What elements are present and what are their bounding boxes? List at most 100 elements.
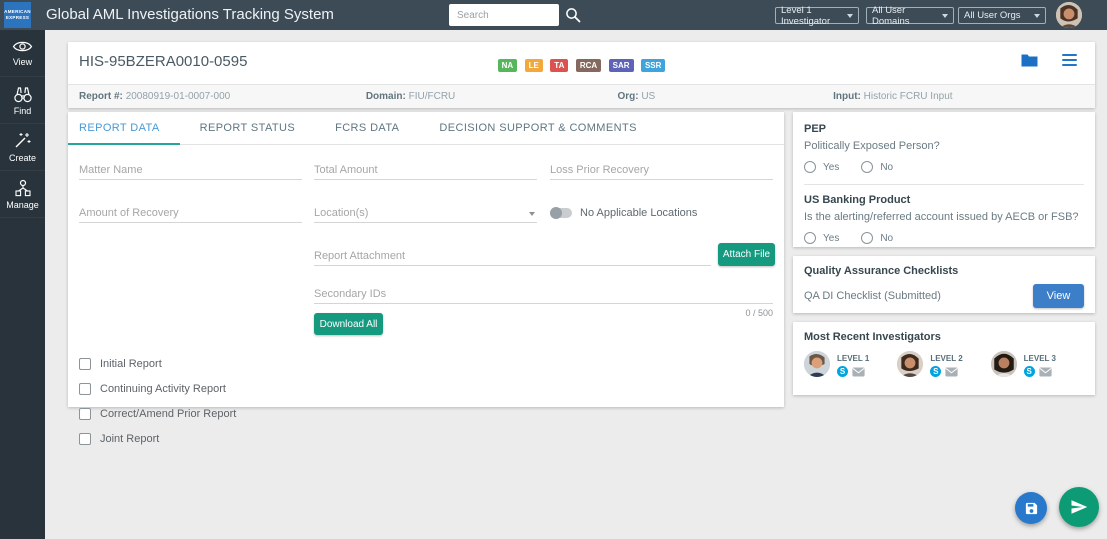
pep-radio-no[interactable]: No <box>861 161 893 173</box>
no-applicable-locations-toggle-group: No Applicable Locations <box>550 207 697 219</box>
amount-of-recovery-field[interactable] <box>79 204 302 223</box>
divider <box>804 184 1084 185</box>
avatar[interactable] <box>991 351 1017 377</box>
email-icon[interactable] <box>852 367 865 377</box>
no-applicable-locations-toggle[interactable] <box>550 208 572 218</box>
report-attachment-field[interactable] <box>314 247 711 266</box>
radio-icon <box>861 232 873 244</box>
user-domains-dropdown[interactable]: All User Domains <box>866 7 954 24</box>
search-input[interactable] <box>449 4 559 26</box>
radio-icon <box>804 161 816 173</box>
sidebar-item-create[interactable]: Create <box>0 124 45 171</box>
role-dropdown[interactable]: Level 1 Investigator <box>775 7 859 24</box>
us-banking-radio-no[interactable]: No <box>861 232 893 244</box>
email-icon[interactable] <box>1039 367 1052 377</box>
checkbox-icon <box>79 433 91 445</box>
status-badge: LE <box>525 59 543 72</box>
avatar[interactable] <box>804 351 830 377</box>
investigator-level-label: LEVEL 2 <box>930 354 962 363</box>
sidebar-item-manage[interactable]: Manage <box>0 171 45 218</box>
total-amount-field[interactable] <box>314 161 537 180</box>
user-avatar[interactable] <box>1056 2 1082 28</box>
status-badge: SSR <box>641 59 665 72</box>
us-banking-title: US Banking Product <box>804 194 1084 206</box>
user-domains-value: All User Domains <box>872 5 938 27</box>
sidebar-item-label: Create <box>9 153 36 163</box>
pep-radio-yes[interactable]: Yes <box>804 161 839 173</box>
search-icon[interactable] <box>565 7 581 23</box>
app-title: Global AML Investigations Tracking Syste… <box>46 6 334 23</box>
org-chart-icon <box>13 179 33 197</box>
attach-file-button[interactable]: Attach File <box>718 243 775 266</box>
skype-icon[interactable]: S <box>837 366 848 377</box>
top-bar: AMERICAN EXPRESS Global AML Investigatio… <box>0 0 1107 30</box>
radio-icon <box>804 232 816 244</box>
case-header-card: HIS-95BZERA0010-0595 NA LE TA RCA SAR SS… <box>68 42 1095 108</box>
matter-name-field[interactable] <box>79 161 302 180</box>
tab-report-status[interactable]: REPORT STATUS <box>180 112 315 144</box>
tab-fcrs-data[interactable]: FCRS DATA <box>315 112 419 144</box>
qa-title: Quality Assurance Checklists <box>804 265 1084 277</box>
locations-select[interactable] <box>314 204 537 223</box>
avatar[interactable] <box>897 351 923 377</box>
investigator-level-label: LEVEL 3 <box>1024 354 1056 363</box>
checkbox-icon <box>79 408 91 420</box>
sidebar-item-find[interactable]: Find <box>0 77 45 124</box>
meta-domain: Domain: FIU/FCRU <box>366 91 618 102</box>
sidebar-item-label: View <box>13 57 32 67</box>
chevron-down-icon <box>847 14 853 18</box>
checkbox-correct-amend-prior-report[interactable]: Correct/Amend Prior Report <box>79 408 236 420</box>
secondary-ids-field[interactable] <box>314 285 773 304</box>
us-banking-radio-yes[interactable]: Yes <box>804 232 839 244</box>
investigators-card: Most Recent Investigators LEVEL 1 S <box>793 322 1095 395</box>
tab-report-data[interactable]: REPORT DATA <box>68 112 180 144</box>
folder-icon[interactable] <box>1021 53 1038 67</box>
meta-report-number: Report #: 20080919-01-0007-000 <box>68 91 366 102</box>
binoculars-icon <box>13 85 33 103</box>
tab-bar: REPORT DATA REPORT STATUS FCRS DATA DECI… <box>68 112 784 145</box>
checkbox-continuing-activity-report[interactable]: Continuing Activity Report <box>79 383 226 395</box>
download-all-button[interactable]: Download All <box>314 313 383 335</box>
investigator-level-3: LEVEL 3 S <box>991 351 1084 377</box>
chevron-down-icon <box>1034 14 1040 18</box>
status-badge: RCA <box>576 59 601 72</box>
case-badges: NA LE TA RCA SAR SSR <box>68 55 1095 73</box>
magic-wand-icon <box>13 131 32 150</box>
checkbox-icon <box>79 358 91 370</box>
amex-logo-line2: EXPRESS <box>6 15 29 21</box>
submit-button[interactable] <box>1059 487 1099 527</box>
eye-icon <box>12 39 33 54</box>
skype-icon[interactable]: S <box>1024 366 1035 377</box>
meta-org: Org: US <box>617 91 833 102</box>
pep-question: Politically Exposed Person? <box>804 140 1084 152</box>
meta-input: Input: Historic FCRU Input <box>833 91 1095 102</box>
app-root: AMERICAN EXPRESS Global AML Investigatio… <box>0 0 1107 539</box>
radio-icon <box>861 161 873 173</box>
left-sidebar: View Find Create <box>0 30 45 539</box>
sidebar-item-label: Manage <box>6 200 39 210</box>
sidebar-item-view[interactable]: View <box>0 30 45 77</box>
investigators-title: Most Recent Investigators <box>804 331 1084 343</box>
pep-title: PEP <box>804 123 1084 135</box>
status-badge: NA <box>498 59 518 72</box>
case-meta-row: Report #: 20080919-01-0007-000 Domain: F… <box>68 84 1095 108</box>
send-icon <box>1070 498 1088 516</box>
chevron-down-icon <box>942 14 948 18</box>
save-button[interactable] <box>1015 492 1047 524</box>
skype-icon[interactable]: S <box>930 366 941 377</box>
pep-radio-group: Yes No <box>804 161 1084 173</box>
user-orgs-dropdown[interactable]: All User Orgs <box>958 7 1046 24</box>
pep-banking-card: PEP Politically Exposed Person? Yes No U… <box>793 112 1095 247</box>
status-badge: SAR <box>609 59 634 72</box>
report-data-card: REPORT DATA REPORT STATUS FCRS DATA DECI… <box>68 112 784 407</box>
tab-decision-support[interactable]: DECISION SUPPORT & COMMENTS <box>419 112 656 144</box>
qa-view-button[interactable]: View <box>1033 284 1084 308</box>
menu-icon[interactable] <box>1062 54 1077 67</box>
checkbox-icon <box>79 383 91 395</box>
checkbox-joint-report[interactable]: Joint Report <box>79 433 159 445</box>
investigator-level-label: LEVEL 1 <box>837 354 869 363</box>
checkbox-initial-report[interactable]: Initial Report <box>79 358 162 370</box>
email-icon[interactable] <box>945 367 958 377</box>
role-dropdown-value: Level 1 Investigator <box>781 5 843 27</box>
loss-prior-recovery-field[interactable] <box>550 161 773 180</box>
